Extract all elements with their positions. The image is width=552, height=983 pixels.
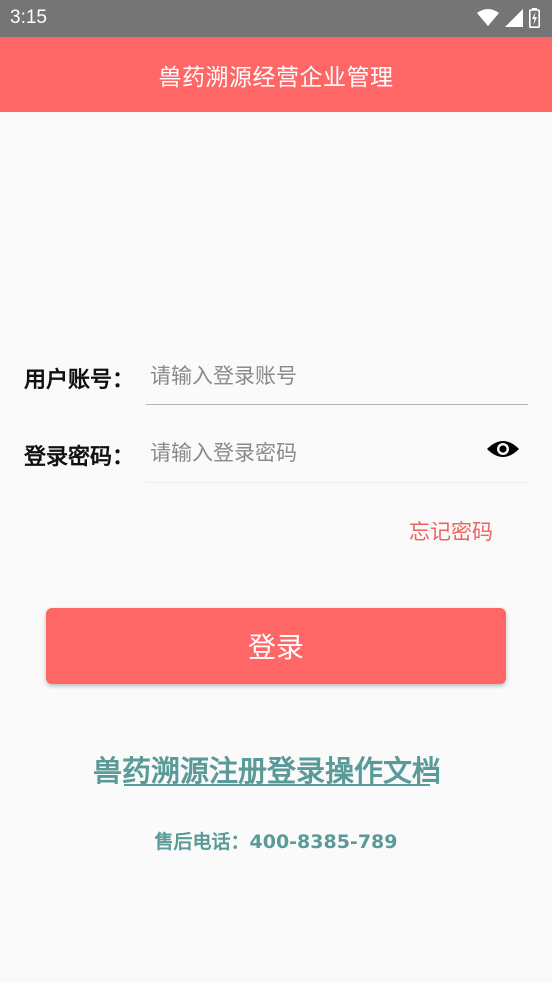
help-document-link[interactable]: 兽药溯源注册登录操作文档	[93, 748, 461, 788]
password-input[interactable]	[146, 432, 476, 474]
password-visibility-toggle[interactable]	[484, 437, 522, 465]
signal-icon	[505, 9, 523, 27]
wifi-icon	[477, 9, 499, 27]
status-bar: 3:15	[0, 0, 552, 37]
password-label: 登录密码：	[24, 445, 135, 470]
status-icons	[477, 8, 540, 28]
service-phone: 售后电话：400-8385-789	[154, 831, 398, 853]
app-bar: 兽药溯源经营企业管理	[0, 37, 552, 112]
status-time: 3:15	[10, 7, 47, 28]
eye-icon	[486, 438, 520, 464]
login-button[interactable]: 登录	[46, 608, 506, 684]
battery-icon	[529, 8, 540, 28]
account-input-underline	[146, 404, 528, 405]
page-title: 兽药溯源经营企业管理	[158, 64, 394, 91]
help-document-link-underline	[124, 784, 430, 786]
password-input-underline	[146, 482, 528, 483]
account-label: 用户账号：	[24, 368, 135, 393]
account-input[interactable]	[146, 355, 528, 397]
forgot-password-link[interactable]: 忘记密码	[409, 516, 493, 546]
